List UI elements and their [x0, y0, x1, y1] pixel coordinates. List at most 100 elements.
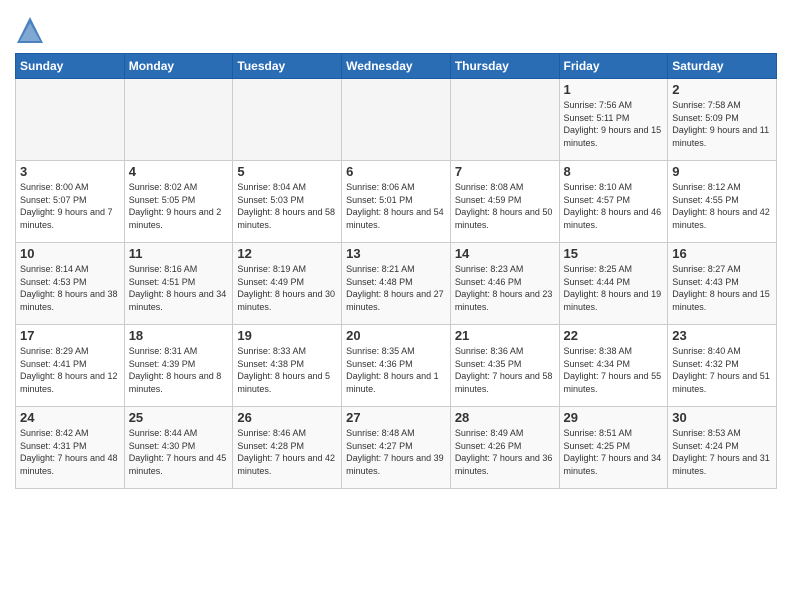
day-info: Sunrise: 8:23 AMSunset: 4:46 PMDaylight:… [455, 263, 555, 313]
column-header-saturday: Saturday [668, 54, 777, 79]
day-info: Sunrise: 8:19 AMSunset: 4:49 PMDaylight:… [237, 263, 337, 313]
calendar-week-1: 1 Sunrise: 7:56 AMSunset: 5:11 PMDaylight… [16, 79, 777, 161]
day-number: 12 [237, 246, 337, 261]
calendar-cell: 21Sunrise: 8:36 AMSunset: 4:35 PMDayligh… [450, 325, 559, 407]
day-number: 21 [455, 328, 555, 343]
calendar-cell: 15 Sunrise: 8:25 AMSunset: 4:44 PMDayligh… [559, 243, 668, 325]
calendar-cell: 4Sunrise: 8:02 AMSunset: 5:05 PMDaylight… [124, 161, 233, 243]
day-number: 25 [129, 410, 229, 425]
day-info: Sunrise: 8:04 AMSunset: 5:03 PMDaylight:… [237, 181, 337, 231]
day-info: Sunrise: 7:56 AMSunset: 5:11 PMDaylight:… [564, 99, 664, 149]
day-number: 30 [672, 410, 772, 425]
calendar-cell [124, 79, 233, 161]
calendar-cell: 19 Sunrise: 8:33 AMSunset: 4:38 PMDayligh… [233, 325, 342, 407]
day-number: 13 [346, 246, 446, 261]
calendar-cell: 10Sunrise: 8:14 AMSunset: 4:53 PMDayligh… [16, 243, 125, 325]
day-number: 5 [237, 164, 337, 179]
day-info: Sunrise: 8:40 AMSunset: 4:32 PMDaylight:… [672, 345, 772, 395]
calendar-cell: 8 Sunrise: 8:10 AMSunset: 4:57 PMDaylight… [559, 161, 668, 243]
day-info: Sunrise: 8:06 AMSunset: 5:01 PMDaylight:… [346, 181, 446, 231]
calendar-cell [342, 79, 451, 161]
day-info: Sunrise: 8:25 AMSunset: 4:44 PMDaylight:… [564, 263, 664, 313]
header [15, 10, 777, 45]
calendar-header-row: SundayMondayTuesdayWednesdayThursdayFrid… [16, 54, 777, 79]
day-info: Sunrise: 8:38 AMSunset: 4:34 PMDaylight:… [564, 345, 664, 395]
calendar-week-2: 3 Sunrise: 8:00 AMSunset: 5:07 PMDaylight… [16, 161, 777, 243]
day-info: Sunrise: 8:14 AMSunset: 4:53 PMDaylight:… [20, 263, 120, 313]
logo [15, 15, 48, 45]
calendar-cell [16, 79, 125, 161]
column-header-wednesday: Wednesday [342, 54, 451, 79]
calendar-cell: 18Sunrise: 8:31 AMSunset: 4:39 PMDayligh… [124, 325, 233, 407]
calendar-cell: 12 Sunrise: 8:19 AMSunset: 4:49 PMDayligh… [233, 243, 342, 325]
day-number: 11 [129, 246, 229, 261]
day-info: Sunrise: 8:08 AMSunset: 4:59 PMDaylight:… [455, 181, 555, 231]
day-number: 20 [346, 328, 446, 343]
calendar-cell [450, 79, 559, 161]
calendar-week-4: 17 Sunrise: 8:29 AMSunset: 4:41 PMDayligh… [16, 325, 777, 407]
day-info: Sunrise: 8:51 AMSunset: 4:25 PMDaylight:… [564, 427, 664, 477]
page-container: SundayMondayTuesdayWednesdayThursdayFrid… [0, 0, 792, 499]
day-info: Sunrise: 8:46 AMSunset: 4:28 PMDaylight:… [237, 427, 337, 477]
day-number: 3 [20, 164, 120, 179]
day-number: 24 [20, 410, 120, 425]
calendar-cell: 20 Sunrise: 8:35 AMSunset: 4:36 PMDayligh… [342, 325, 451, 407]
day-info: Sunrise: 8:33 AMSunset: 4:38 PMDaylight:… [237, 345, 337, 395]
day-number: 2 [672, 82, 772, 97]
day-number: 17 [20, 328, 120, 343]
day-number: 29 [564, 410, 664, 425]
day-number: 1 [564, 82, 664, 97]
calendar-week-3: 10Sunrise: 8:14 AMSunset: 4:53 PMDayligh… [16, 243, 777, 325]
day-info: Sunrise: 8:53 AMSunset: 4:24 PMDaylight:… [672, 427, 772, 477]
day-number: 9 [672, 164, 772, 179]
logo-icon [15, 15, 45, 45]
calendar-cell: 27 Sunrise: 8:48 AMSunset: 4:27 PMDayligh… [342, 407, 451, 489]
day-info: Sunrise: 8:10 AMSunset: 4:57 PMDaylight:… [564, 181, 664, 231]
day-info: Sunrise: 8:44 AMSunset: 4:30 PMDaylight:… [129, 427, 229, 477]
day-number: 27 [346, 410, 446, 425]
day-number: 23 [672, 328, 772, 343]
calendar-cell: 30 Sunrise: 8:53 AMSunset: 4:24 PMDayligh… [668, 407, 777, 489]
calendar-cell: 14 Sunrise: 8:23 AMSunset: 4:46 PMDayligh… [450, 243, 559, 325]
calendar-cell: 24Sunrise: 8:42 AMSunset: 4:31 PMDayligh… [16, 407, 125, 489]
day-info: Sunrise: 8:31 AMSunset: 4:39 PMDaylight:… [129, 345, 229, 395]
calendar-week-5: 24Sunrise: 8:42 AMSunset: 4:31 PMDayligh… [16, 407, 777, 489]
calendar-cell: 23 Sunrise: 8:40 AMSunset: 4:32 PMDayligh… [668, 325, 777, 407]
column-header-thursday: Thursday [450, 54, 559, 79]
calendar-cell: 17 Sunrise: 8:29 AMSunset: 4:41 PMDayligh… [16, 325, 125, 407]
calendar-cell: 26Sunrise: 8:46 AMSunset: 4:28 PMDayligh… [233, 407, 342, 489]
calendar-cell: 22 Sunrise: 8:38 AMSunset: 4:34 PMDayligh… [559, 325, 668, 407]
column-header-tuesday: Tuesday [233, 54, 342, 79]
day-number: 6 [346, 164, 446, 179]
day-number: 14 [455, 246, 555, 261]
column-header-sunday: Sunday [16, 54, 125, 79]
day-info: Sunrise: 8:49 AMSunset: 4:26 PMDaylight:… [455, 427, 555, 477]
day-number: 28 [455, 410, 555, 425]
day-info: Sunrise: 8:16 AMSunset: 4:51 PMDaylight:… [129, 263, 229, 313]
day-number: 16 [672, 246, 772, 261]
calendar-cell: 2Sunrise: 7:58 AMSunset: 5:09 PMDaylight… [668, 79, 777, 161]
calendar-cell: 3 Sunrise: 8:00 AMSunset: 5:07 PMDaylight… [16, 161, 125, 243]
day-number: 19 [237, 328, 337, 343]
day-info: Sunrise: 8:21 AMSunset: 4:48 PMDaylight:… [346, 263, 446, 313]
column-header-monday: Monday [124, 54, 233, 79]
calendar-cell: 25 Sunrise: 8:44 AMSunset: 4:30 PMDayligh… [124, 407, 233, 489]
day-number: 8 [564, 164, 664, 179]
day-info: Sunrise: 8:00 AMSunset: 5:07 PMDaylight:… [20, 181, 120, 231]
day-info: Sunrise: 8:27 AMSunset: 4:43 PMDaylight:… [672, 263, 772, 313]
day-info: Sunrise: 8:12 AMSunset: 4:55 PMDaylight:… [672, 181, 772, 231]
day-number: 4 [129, 164, 229, 179]
day-info: Sunrise: 8:35 AMSunset: 4:36 PMDaylight:… [346, 345, 446, 395]
day-number: 22 [564, 328, 664, 343]
day-info: Sunrise: 8:29 AMSunset: 4:41 PMDaylight:… [20, 345, 120, 395]
calendar-cell: 5 Sunrise: 8:04 AMSunset: 5:03 PMDaylight… [233, 161, 342, 243]
column-header-friday: Friday [559, 54, 668, 79]
calendar-cell: 28 Sunrise: 8:49 AMSunset: 4:26 PMDayligh… [450, 407, 559, 489]
calendar-cell [233, 79, 342, 161]
day-number: 15 [564, 246, 664, 261]
calendar-cell: 13 Sunrise: 8:21 AMSunset: 4:48 PMDayligh… [342, 243, 451, 325]
calendar-body: 1 Sunrise: 7:56 AMSunset: 5:11 PMDaylight… [16, 79, 777, 489]
day-info: Sunrise: 8:48 AMSunset: 4:27 PMDaylight:… [346, 427, 446, 477]
calendar-cell: 9 Sunrise: 8:12 AMSunset: 4:55 PMDaylight… [668, 161, 777, 243]
calendar-table: SundayMondayTuesdayWednesdayThursdayFrid… [15, 53, 777, 489]
